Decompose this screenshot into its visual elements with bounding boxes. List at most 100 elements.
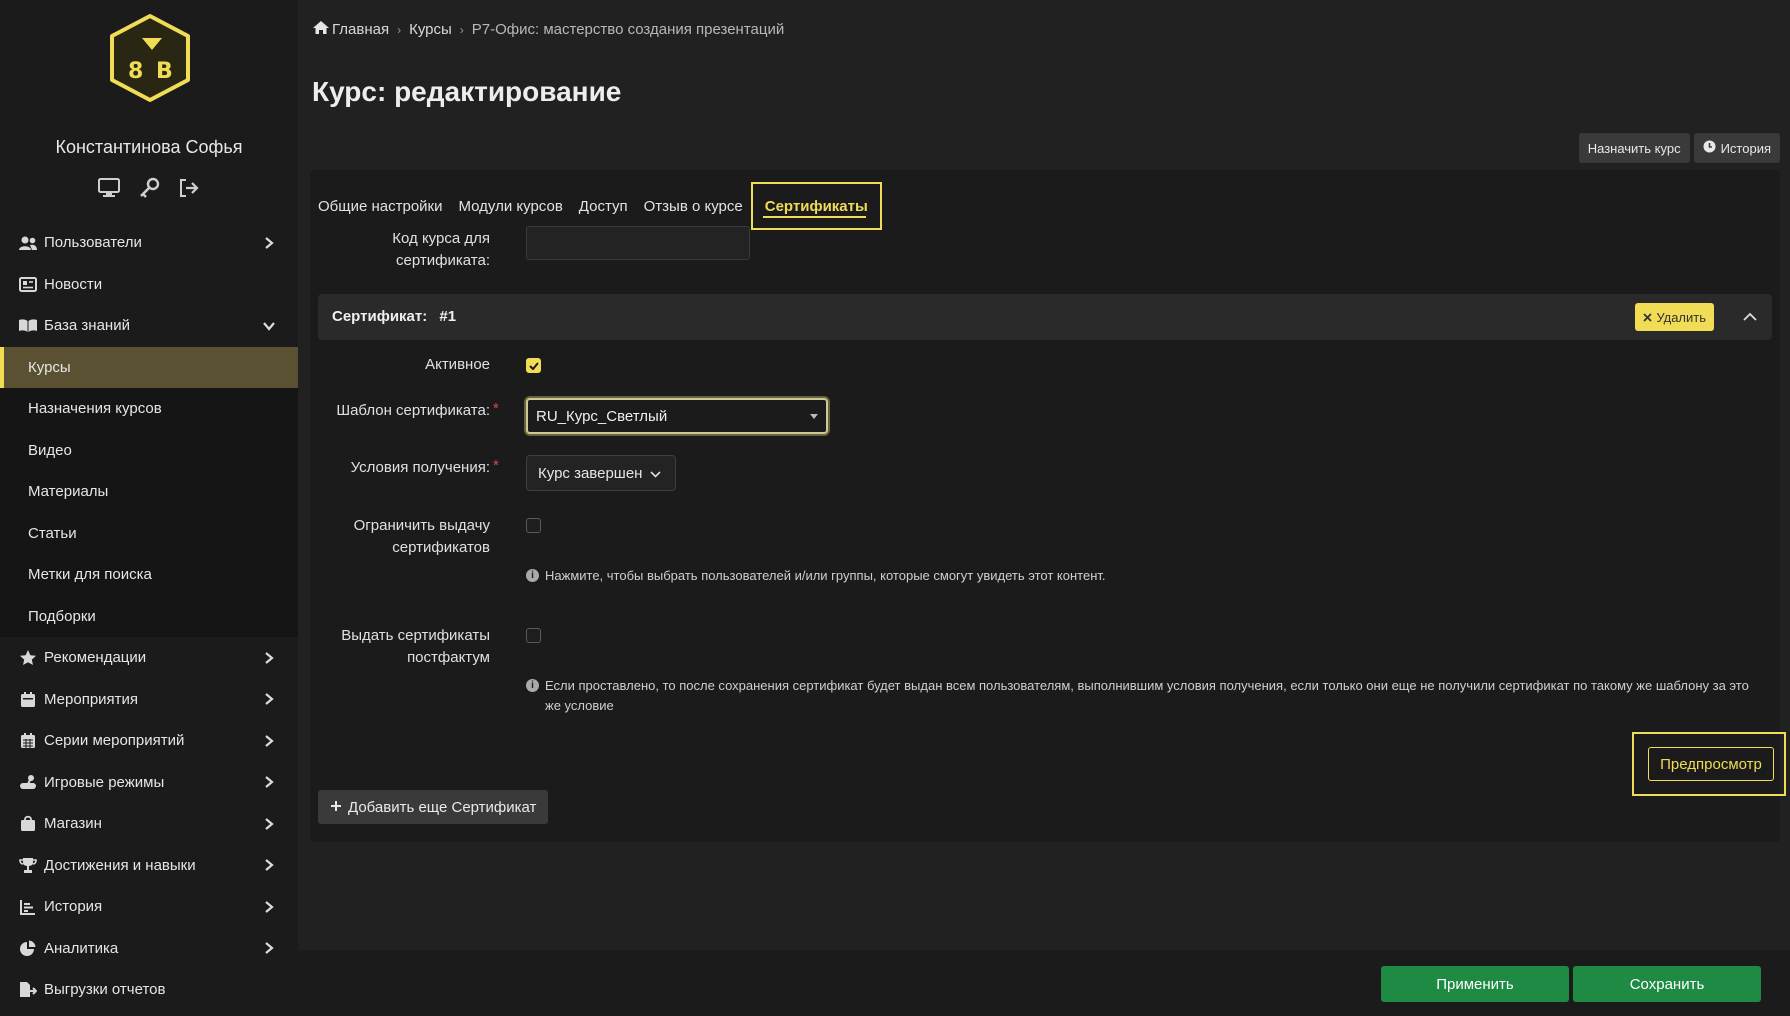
chevron-down-icon [262,319,276,333]
delete-label: Удалить [1656,309,1706,325]
knowledge-base-submenu: Курсы Назначения курсов Видео Материалы … [0,346,298,638]
sidebar-item-shop[interactable]: Магазин [0,803,298,845]
template-label-text: Шаблон сертификата: [336,402,490,419]
info-icon: i [526,679,539,692]
breadcrumb-home[interactable]: Главная [332,21,389,38]
sidebar-item-game-modes[interactable]: Игровые режимы [0,762,298,804]
tab-course-feedback[interactable]: Отзыв о курсе [636,182,751,230]
chevron-right-icon [262,651,276,665]
chevron-right-icon [262,692,276,706]
sidebar-item-events[interactable]: Мероприятия [0,679,298,721]
breadcrumb-separator: › [459,22,464,37]
limit-checkbox[interactable] [526,518,541,533]
sidebar-item-label: Мероприятия [44,690,139,708]
sidebar-nav: Пользователи Новости База знаний Курсы Н… [0,222,298,1011]
sidebar-item-video[interactable]: Видео [0,430,298,472]
sidebar-item-history[interactable]: История [0,886,298,928]
sidebar-item-analytics[interactable]: Аналитика [0,928,298,970]
sidebar-item-label: Новости [44,275,103,293]
conditions-label: Условия получения: [310,457,490,479]
sidebar-item-recommendations[interactable]: Рекомендации [0,637,298,679]
course-code-label: Код курса для сертификата: [392,230,490,269]
sidebar-item-label: База знаний [44,317,130,335]
apply-button[interactable]: Применить [1381,966,1569,1002]
sidebar-item-label: Метки для поиска [28,566,152,584]
sidebar-item-courses[interactable]: Курсы [0,346,298,388]
edit-panel: Общие настройки Модули курсов Доступ Отз… [310,170,1786,842]
sidebar-item-articles[interactable]: Статьи [0,513,298,555]
tab-access[interactable]: Доступ [571,182,636,230]
postfact-checkbox[interactable] [526,628,541,643]
caret-down-icon [810,414,818,419]
star-icon [18,649,38,667]
postfact-hint-text: Если проставлено, то после сохранения се… [545,678,1749,713]
sidebar-item-label: Видео [28,441,72,459]
sidebar-item-search-tags[interactable]: Метки для поиска [0,554,298,596]
book-icon [18,317,38,335]
sidebar-item-achievements[interactable]: Достижения и навыки [0,845,298,887]
sidebar-item-course-assignments[interactable]: Назначения курсов [0,388,298,430]
active-checkbox[interactable] [526,358,541,373]
conditions-label-text: Условия получения: [351,459,490,476]
breadcrumb: Главная › Курсы › Р7-Офис: мастерство со… [312,20,784,39]
sidebar-item-label: Статьи [28,524,77,542]
sidebar-item-label: Магазин [44,815,102,833]
monitor-icon[interactable] [97,176,121,200]
conditions-select-value: Курс завершен [538,464,643,482]
chevron-up-icon[interactable] [1740,306,1760,326]
sidebar-item-materials[interactable]: Материалы [0,471,298,513]
chevron-right-icon [262,941,276,955]
save-button[interactable]: Сохранить [1573,966,1761,1002]
logout-icon[interactable] [177,176,201,200]
history-button[interactable]: История [1693,133,1780,163]
sidebar-item-event-series[interactable]: Серии мероприятий [0,720,298,762]
postfact-hint: i Если проставлено, то после сохранения … [526,676,1756,716]
tab-bar: Общие настройки Модули курсов Доступ Отз… [310,182,882,230]
check-icon [528,357,539,375]
sidebar-item-users[interactable]: Пользователи [0,222,298,264]
users-icon [18,234,38,252]
trophy-icon [18,856,38,874]
file-export-icon [18,981,38,999]
clock-icon [1703,140,1716,156]
tab-course-modules[interactable]: Модули курсов [451,182,571,230]
tab-certificates[interactable]: Сертификаты [750,182,882,230]
tab-general-settings[interactable]: Общие настройки [310,182,451,230]
pie-chart-icon [18,939,38,957]
history-label: История [1720,140,1771,156]
breadcrumb-courses[interactable]: Курсы [409,21,452,38]
app-logo[interactable]: 8 B [104,12,196,104]
home-icon[interactable] [312,20,330,39]
course-code-input[interactable] [526,226,750,260]
chevron-down-icon [650,465,662,482]
delete-certificate-button[interactable]: Удалить [1635,303,1714,331]
add-certificate-label: Добавить еще Сертификат [348,798,537,816]
certificate-header[interactable]: Сертификат: #1 Удалить [318,294,1772,340]
add-certificate-button[interactable]: Добавить еще Сертификат [318,790,549,824]
chevron-right-icon [262,775,276,789]
conditions-select[interactable]: Курс завершен [526,455,676,491]
sidebar-item-label: Достижения и навыки [44,856,196,874]
user-actions [0,176,298,200]
sidebar: 8 B Константинова Софья Пользователи Нов… [0,0,298,1016]
sidebar-item-report-exports[interactable]: Выгрузки отчетов [0,969,298,1011]
chevron-right-icon [262,236,276,250]
sidebar-item-news[interactable]: Новости [0,264,298,306]
active-label: Активное [425,356,490,373]
certificate-number: #1 [439,308,457,325]
sidebar-item-label: Серии мероприятий [44,732,185,750]
info-icon: i [526,569,539,582]
sidebar-item-label: История [44,898,103,916]
sidebar-item-label: Рекомендации [44,649,147,667]
assign-course-button[interactable]: Назначить курс [1578,133,1690,163]
preview-button[interactable]: Предпросмотр [1648,747,1774,781]
template-select[interactable]: RU_Курс_Светлый [526,398,828,434]
sidebar-item-collections[interactable]: Подборки [0,596,298,638]
template-label: Шаблон сертификата: [310,400,490,422]
postfact-label: Выдать сертификаты постфактум [341,627,490,666]
sidebar-item-knowledge-base[interactable]: База знаний [0,305,298,347]
preview-highlight: Предпросмотр [1632,732,1786,796]
sidebar-item-label: Выгрузки отчетов [44,981,166,999]
svg-text:B: B [156,59,173,84]
key-icon[interactable] [137,176,161,200]
